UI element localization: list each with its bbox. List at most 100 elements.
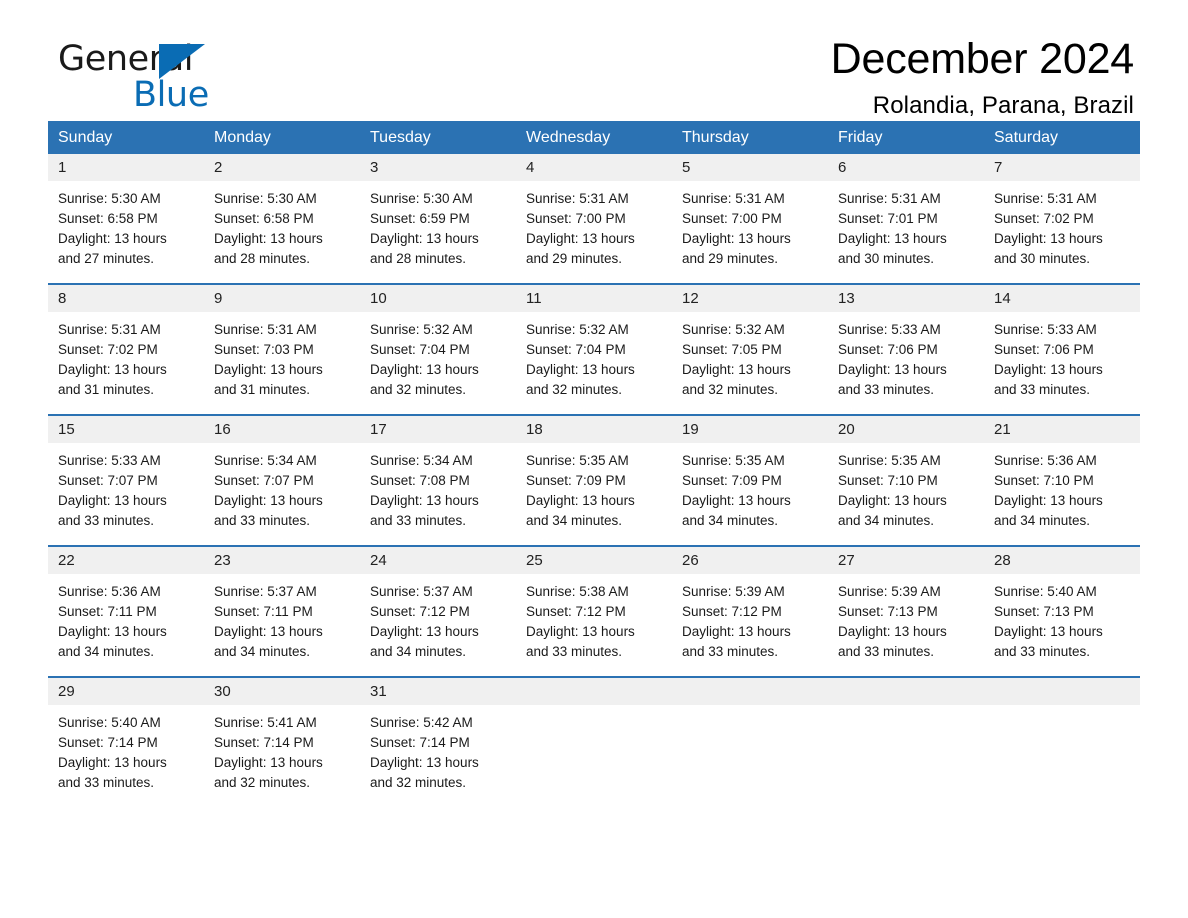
day-detail-line: Daylight: 13 hours [214, 624, 323, 639]
day-number[interactable]: 30 [204, 678, 360, 705]
day-detail-line: Daylight: 13 hours [58, 755, 167, 770]
day-number[interactable]: 17 [360, 416, 516, 443]
day-cell[interactable]: Sunrise: 5:37 AM Sunset: 7:12 PM Daylight:… [360, 574, 516, 676]
day-cell[interactable]: Sunrise: 5:31 AM Sunset: 7:03 PM Daylight:… [204, 312, 360, 414]
day-number[interactable]: 27 [828, 547, 984, 574]
day-detail-line: and 33 minutes. [682, 644, 779, 659]
day-detail-line: Daylight: 13 hours [682, 493, 791, 508]
day-cell[interactable]: Sunrise: 5:31 AM Sunset: 7:02 PM Daylight:… [984, 181, 1140, 283]
day-detail-line: Sunset: 7:08 PM [370, 473, 470, 488]
day-number[interactable]: 25 [516, 547, 672, 574]
day-number[interactable]: 1 [48, 154, 204, 181]
day-cell[interactable]: Sunrise: 5:39 AM Sunset: 7:12 PM Daylight:… [672, 574, 828, 676]
day-cell-empty [984, 705, 1140, 807]
day-cell[interactable]: Sunrise: 5:34 AM Sunset: 7:07 PM Daylight:… [204, 443, 360, 545]
day-detail-line: and 32 minutes. [370, 775, 467, 790]
day-detail-line: and 34 minutes. [370, 644, 467, 659]
day-cell[interactable]: Sunrise: 5:38 AM Sunset: 7:12 PM Daylight:… [516, 574, 672, 676]
day-cell[interactable]: Sunrise: 5:30 AM Sunset: 6:58 PM Daylight:… [204, 181, 360, 283]
day-cell[interactable]: Sunrise: 5:35 AM Sunset: 7:10 PM Daylight:… [828, 443, 984, 545]
day-number[interactable]: 21 [984, 416, 1140, 443]
day-cell[interactable]: Sunrise: 5:40 AM Sunset: 7:14 PM Daylight:… [48, 705, 204, 807]
day-number[interactable]: 22 [48, 547, 204, 574]
day-cell[interactable]: Sunrise: 5:37 AM Sunset: 7:11 PM Daylight:… [204, 574, 360, 676]
day-number[interactable]: 3 [360, 154, 516, 181]
day-detail-line: and 28 minutes. [214, 251, 311, 266]
brand-logo[interactable]: General Blue [58, 42, 258, 120]
day-number[interactable]: 29 [48, 678, 204, 705]
day-cells-row: Sunrise: 5:40 AM Sunset: 7:14 PM Daylight:… [48, 705, 1140, 807]
day-number[interactable]: 28 [984, 547, 1140, 574]
day-cell[interactable]: Sunrise: 5:32 AM Sunset: 7:04 PM Daylight:… [516, 312, 672, 414]
day-number[interactable]: 8 [48, 285, 204, 312]
day-number[interactable]: 4 [516, 154, 672, 181]
day-number[interactable]: 23 [204, 547, 360, 574]
day-cells-row: Sunrise: 5:33 AM Sunset: 7:07 PM Daylight:… [48, 443, 1140, 545]
day-number[interactable]: 16 [204, 416, 360, 443]
day-detail-line: Daylight: 13 hours [214, 493, 323, 508]
day-detail-line: and 32 minutes. [214, 775, 311, 790]
day-detail-line: Sunrise: 5:32 AM [682, 322, 785, 337]
day-detail-line: Sunset: 7:05 PM [682, 342, 782, 357]
day-number-band: 1234567 [48, 154, 1140, 181]
calendar-week-row: 15 16 17 18 19 20 21 Sunrise: 5:33 AM Sunset: 7:… [48, 414, 1140, 545]
day-cell[interactable]: Sunrise: 5:39 AM Sunset: 7:13 PM Daylight:… [828, 574, 984, 676]
weekday-saturday: Saturday [994, 129, 1059, 146]
day-detail-line: Sunrise: 5:33 AM [838, 322, 941, 337]
day-number[interactable]: 12 [672, 285, 828, 312]
day-cell[interactable]: Sunrise: 5:31 AM Sunset: 7:00 PM Daylight:… [672, 181, 828, 283]
day-cell[interactable]: Sunrise: 5:32 AM Sunset: 7:05 PM Daylight:… [672, 312, 828, 414]
day-cell[interactable]: Sunrise: 5:41 AM Sunset: 7:14 PM Daylight:… [204, 705, 360, 807]
day-detail-line: Daylight: 13 hours [838, 493, 947, 508]
day-number[interactable]: 2 [204, 154, 360, 181]
day-number[interactable]: 9 [204, 285, 360, 312]
day-detail-line: Daylight: 13 hours [994, 493, 1103, 508]
day-detail-line: and 30 minutes. [838, 251, 935, 266]
day-detail-line: Sunrise: 5:31 AM [682, 191, 785, 206]
day-cell[interactable]: Sunrise: 5:33 AM Sunset: 7:06 PM Daylight:… [984, 312, 1140, 414]
day-cell[interactable]: Sunrise: 5:33 AM Sunset: 7:06 PM Daylight:… [828, 312, 984, 414]
day-number[interactable]: 19 [672, 416, 828, 443]
day-detail-line: Sunset: 7:09 PM [682, 473, 782, 488]
day-number[interactable]: 18 [516, 416, 672, 443]
day-number[interactable]: 10 [360, 285, 516, 312]
day-detail-line: Daylight: 13 hours [994, 231, 1103, 246]
day-cell[interactable]: Sunrise: 5:42 AM Sunset: 7:14 PM Daylight:… [360, 705, 516, 807]
day-detail-line: and 34 minutes. [58, 644, 155, 659]
day-cell[interactable]: Sunrise: 5:31 AM Sunset: 7:00 PM Daylight:… [516, 181, 672, 283]
day-number[interactable]: 24 [360, 547, 516, 574]
day-number-band: 15 16 17 18 19 20 21 [48, 416, 1140, 443]
day-cell[interactable]: Sunrise: 5:31 AM Sunset: 7:02 PM Daylight:… [48, 312, 204, 414]
day-cell[interactable]: Sunrise: 5:35 AM Sunset: 7:09 PM Daylight:… [516, 443, 672, 545]
day-number[interactable]: 11 [516, 285, 672, 312]
day-detail-line: Sunset: 6:58 PM [58, 211, 158, 226]
day-cell[interactable]: Sunrise: 5:40 AM Sunset: 7:13 PM Daylight:… [984, 574, 1140, 676]
day-number[interactable]: 13 [828, 285, 984, 312]
day-number[interactable]: 15 [48, 416, 204, 443]
day-cell[interactable]: Sunrise: 5:32 AM Sunset: 7:04 PM Daylight:… [360, 312, 516, 414]
day-number[interactable]: 6 [828, 154, 984, 181]
day-number-band: 8 9 10 11 12 13 14 [48, 285, 1140, 312]
day-cell[interactable]: Sunrise: 5:36 AM Sunset: 7:11 PM Daylight:… [48, 574, 204, 676]
day-cell[interactable]: Sunrise: 5:35 AM Sunset: 7:09 PM Daylight:… [672, 443, 828, 545]
day-detail-line: and 31 minutes. [58, 382, 155, 397]
day-cell[interactable]: Sunrise: 5:34 AM Sunset: 7:08 PM Daylight:… [360, 443, 516, 545]
day-detail-line: Daylight: 13 hours [526, 493, 635, 508]
day-cell[interactable]: Sunrise: 5:36 AM Sunset: 7:10 PM Daylight:… [984, 443, 1140, 545]
day-number[interactable]: 7 [984, 154, 1140, 181]
day-cell[interactable]: Sunrise: 5:33 AM Sunset: 7:07 PM Daylight:… [48, 443, 204, 545]
day-cell[interactable]: Sunrise: 5:31 AM Sunset: 7:01 PM Daylight:… [828, 181, 984, 283]
day-cell[interactable]: Sunrise: 5:30 AM Sunset: 6:58 PM Daylight:… [48, 181, 204, 283]
weekday-wednesday: Wednesday [526, 129, 611, 146]
day-number[interactable]: 31 [360, 678, 516, 705]
day-detail-line: Sunrise: 5:33 AM [58, 453, 161, 468]
day-number[interactable]: 14 [984, 285, 1140, 312]
day-number[interactable]: 26 [672, 547, 828, 574]
day-number[interactable]: 5 [672, 154, 828, 181]
weekday-sunday: Sunday [58, 129, 113, 146]
day-detail-line: Sunrise: 5:35 AM [682, 453, 785, 468]
day-number[interactable]: 20 [828, 416, 984, 443]
day-detail-line: Sunrise: 5:31 AM [838, 191, 941, 206]
day-detail-line: Daylight: 13 hours [370, 231, 479, 246]
day-cell[interactable]: Sunrise: 5:30 AM Sunset: 6:59 PM Daylight:… [360, 181, 516, 283]
